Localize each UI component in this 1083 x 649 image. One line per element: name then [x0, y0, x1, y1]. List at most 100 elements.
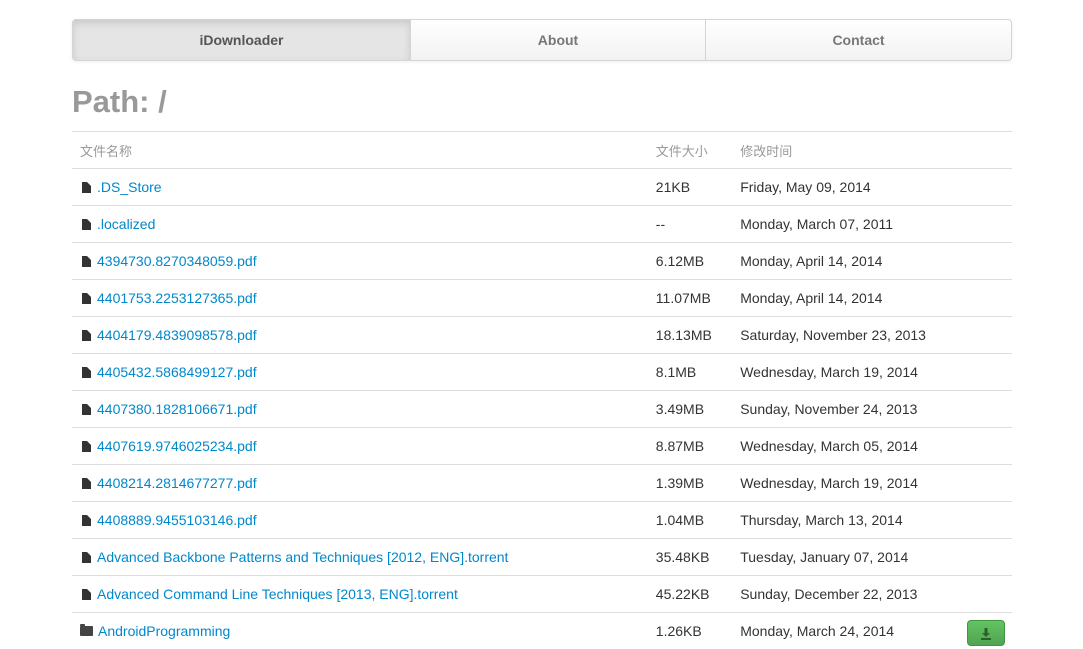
- file-icon: [82, 256, 91, 267]
- name-cell-content: AndroidProgramming: [80, 623, 640, 639]
- name-cell: 4407619.9746025234.pdf: [72, 428, 648, 465]
- table-row: 4405432.5868499127.pdf 8.1MBWednesday, Ma…: [72, 354, 1012, 391]
- table-row: .localized--Monday, March 07, 2011: [72, 206, 1012, 243]
- action-cell: [967, 465, 1012, 502]
- name-cell: 4407380.1828106671.pdf: [72, 391, 648, 428]
- header-name[interactable]: 文件名称: [72, 132, 648, 169]
- modified-cell: Wednesday, March 19, 2014: [732, 465, 967, 502]
- header-size[interactable]: 文件大小: [648, 132, 732, 169]
- file-icon: [82, 441, 91, 452]
- download-icon: [981, 628, 991, 640]
- name-cell: 4401753.2253127365.pdf: [72, 280, 648, 317]
- name-cell: .localized: [72, 206, 648, 243]
- name-cell-content: 4408889.9455103146.pdf: [80, 512, 640, 528]
- file-link[interactable]: 4401753.2253127365.pdf: [97, 290, 257, 306]
- download-button[interactable]: [967, 620, 1005, 646]
- name-cell: Advanced Backbone Patterns and Technique…: [72, 539, 648, 576]
- name-cell-content: Advanced Backbone Patterns and Technique…: [80, 549, 640, 565]
- file-link[interactable]: 4407619.9746025234.pdf: [97, 438, 257, 454]
- name-cell-content: 4407380.1828106671.pdf: [80, 401, 640, 417]
- modified-cell: Wednesday, March 19, 2014: [732, 354, 967, 391]
- name-cell: AndroidProgramming: [72, 613, 648, 649]
- table-header-row: 文件名称 文件大小 修改时间: [72, 132, 1012, 169]
- file-link[interactable]: 4394730.8270348059.pdf: [97, 253, 257, 269]
- name-cell-content: .localized: [80, 216, 640, 232]
- action-cell: [967, 613, 1012, 649]
- name-cell: .DS_Store: [72, 169, 648, 206]
- size-cell: 8.1MB: [648, 354, 732, 391]
- table-row: AndroidProgramming 1.26KBMonday, March 24…: [72, 613, 1012, 649]
- modified-cell: Friday, May 09, 2014: [732, 169, 967, 206]
- nav-tab-about[interactable]: About: [410, 20, 705, 60]
- name-cell: 4408889.9455103146.pdf: [72, 502, 648, 539]
- file-icon: [82, 478, 91, 489]
- size-cell: 3.49MB: [648, 391, 732, 428]
- action-cell: [967, 539, 1012, 576]
- file-link[interactable]: Advanced Command Line Techniques [2013, …: [97, 586, 458, 602]
- file-icon: [82, 552, 91, 563]
- table-row: 4404179.4839098578.pdf18.13MBSaturday, N…: [72, 317, 1012, 354]
- action-cell: [967, 391, 1012, 428]
- nav-tab-contact[interactable]: Contact: [705, 20, 1011, 60]
- file-icon: [82, 330, 91, 341]
- table-row: 4394730.8270348059.pdf 6.12MBMonday, Apri…: [72, 243, 1012, 280]
- action-cell: [967, 169, 1012, 206]
- size-cell: 35.48KB: [648, 539, 732, 576]
- file-link[interactable]: Advanced Backbone Patterns and Technique…: [97, 549, 508, 565]
- file-link[interactable]: 4408889.9455103146.pdf: [97, 512, 257, 528]
- name-cell-content: 4394730.8270348059.pdf: [80, 253, 640, 269]
- folder-open-icon: [80, 626, 93, 636]
- file-link[interactable]: .localized: [97, 216, 155, 232]
- table-row: Advanced Backbone Patterns and Technique…: [72, 539, 1012, 576]
- table-row: .DS_Store 21KBFriday, May 09, 2014: [72, 169, 1012, 206]
- modified-cell: Wednesday, March 05, 2014: [732, 428, 967, 465]
- file-link[interactable]: 4407380.1828106671.pdf: [97, 401, 257, 417]
- name-cell-content: 4407619.9746025234.pdf: [80, 438, 640, 454]
- modified-cell: Sunday, December 22, 2013: [732, 576, 967, 613]
- table-row: 4407619.9746025234.pdf 8.87MBWednesday, M…: [72, 428, 1012, 465]
- header-modified[interactable]: 修改时间: [732, 132, 967, 169]
- action-cell: [967, 317, 1012, 354]
- file-link[interactable]: 4404179.4839098578.pdf: [97, 327, 257, 343]
- action-cell: [967, 502, 1012, 539]
- table-row: 4408214.2814677277.pdf 1.39MBWednesday, M…: [72, 465, 1012, 502]
- name-cell-content: 4408214.2814677277.pdf: [80, 475, 640, 491]
- modified-cell: Monday, April 14, 2014: [732, 243, 967, 280]
- page-title: Path: /: [72, 82, 167, 122]
- name-cell-content: Advanced Command Line Techniques [2013, …: [80, 586, 640, 602]
- size-cell: 6.12MB: [648, 243, 732, 280]
- name-cell-content: .DS_Store: [80, 179, 640, 195]
- file-rows: .DS_Store 21KBFriday, May 09, 2014 .locali…: [72, 169, 1012, 649]
- file-table: 文件名称 文件大小 修改时间 .DS_Store 21KBFriday, May …: [72, 131, 1012, 649]
- file-icon: [82, 404, 91, 415]
- action-cell: [967, 280, 1012, 317]
- file-link[interactable]: .DS_Store: [97, 179, 162, 195]
- file-icon: [82, 219, 91, 230]
- header-actions: [967, 132, 1012, 169]
- size-cell: 21KB: [648, 169, 732, 206]
- size-cell: 1.04MB: [648, 502, 732, 539]
- file-icon: [82, 182, 91, 193]
- size-cell: 8.87MB: [648, 428, 732, 465]
- size-cell: 1.26KB: [648, 613, 732, 649]
- file-link[interactable]: AndroidProgramming: [98, 623, 230, 639]
- name-cell-content: 4401753.2253127365.pdf: [80, 290, 640, 306]
- name-cell: Advanced Command Line Techniques [2013, …: [72, 576, 648, 613]
- modified-cell: Tuesday, January 07, 2014: [732, 539, 967, 576]
- name-cell: 4408214.2814677277.pdf: [72, 465, 648, 502]
- modified-cell: Sunday, November 24, 2013: [732, 391, 967, 428]
- name-cell-content: 4404179.4839098578.pdf: [80, 327, 640, 343]
- file-link[interactable]: 4405432.5868499127.pdf: [97, 364, 257, 380]
- action-cell: [967, 243, 1012, 280]
- name-cell-content: 4405432.5868499127.pdf: [80, 364, 640, 380]
- modified-cell: Monday, March 24, 2014: [732, 613, 967, 649]
- size-cell: --: [648, 206, 732, 243]
- nav-tab-idownloader[interactable]: iDownloader: [73, 20, 410, 60]
- action-cell: [967, 206, 1012, 243]
- modified-cell: Thursday, March 13, 2014: [732, 502, 967, 539]
- modified-cell: Monday, April 14, 2014: [732, 280, 967, 317]
- action-cell: [967, 428, 1012, 465]
- action-cell: [967, 354, 1012, 391]
- size-cell: 1.39MB: [648, 465, 732, 502]
- file-link[interactable]: 4408214.2814677277.pdf: [97, 475, 257, 491]
